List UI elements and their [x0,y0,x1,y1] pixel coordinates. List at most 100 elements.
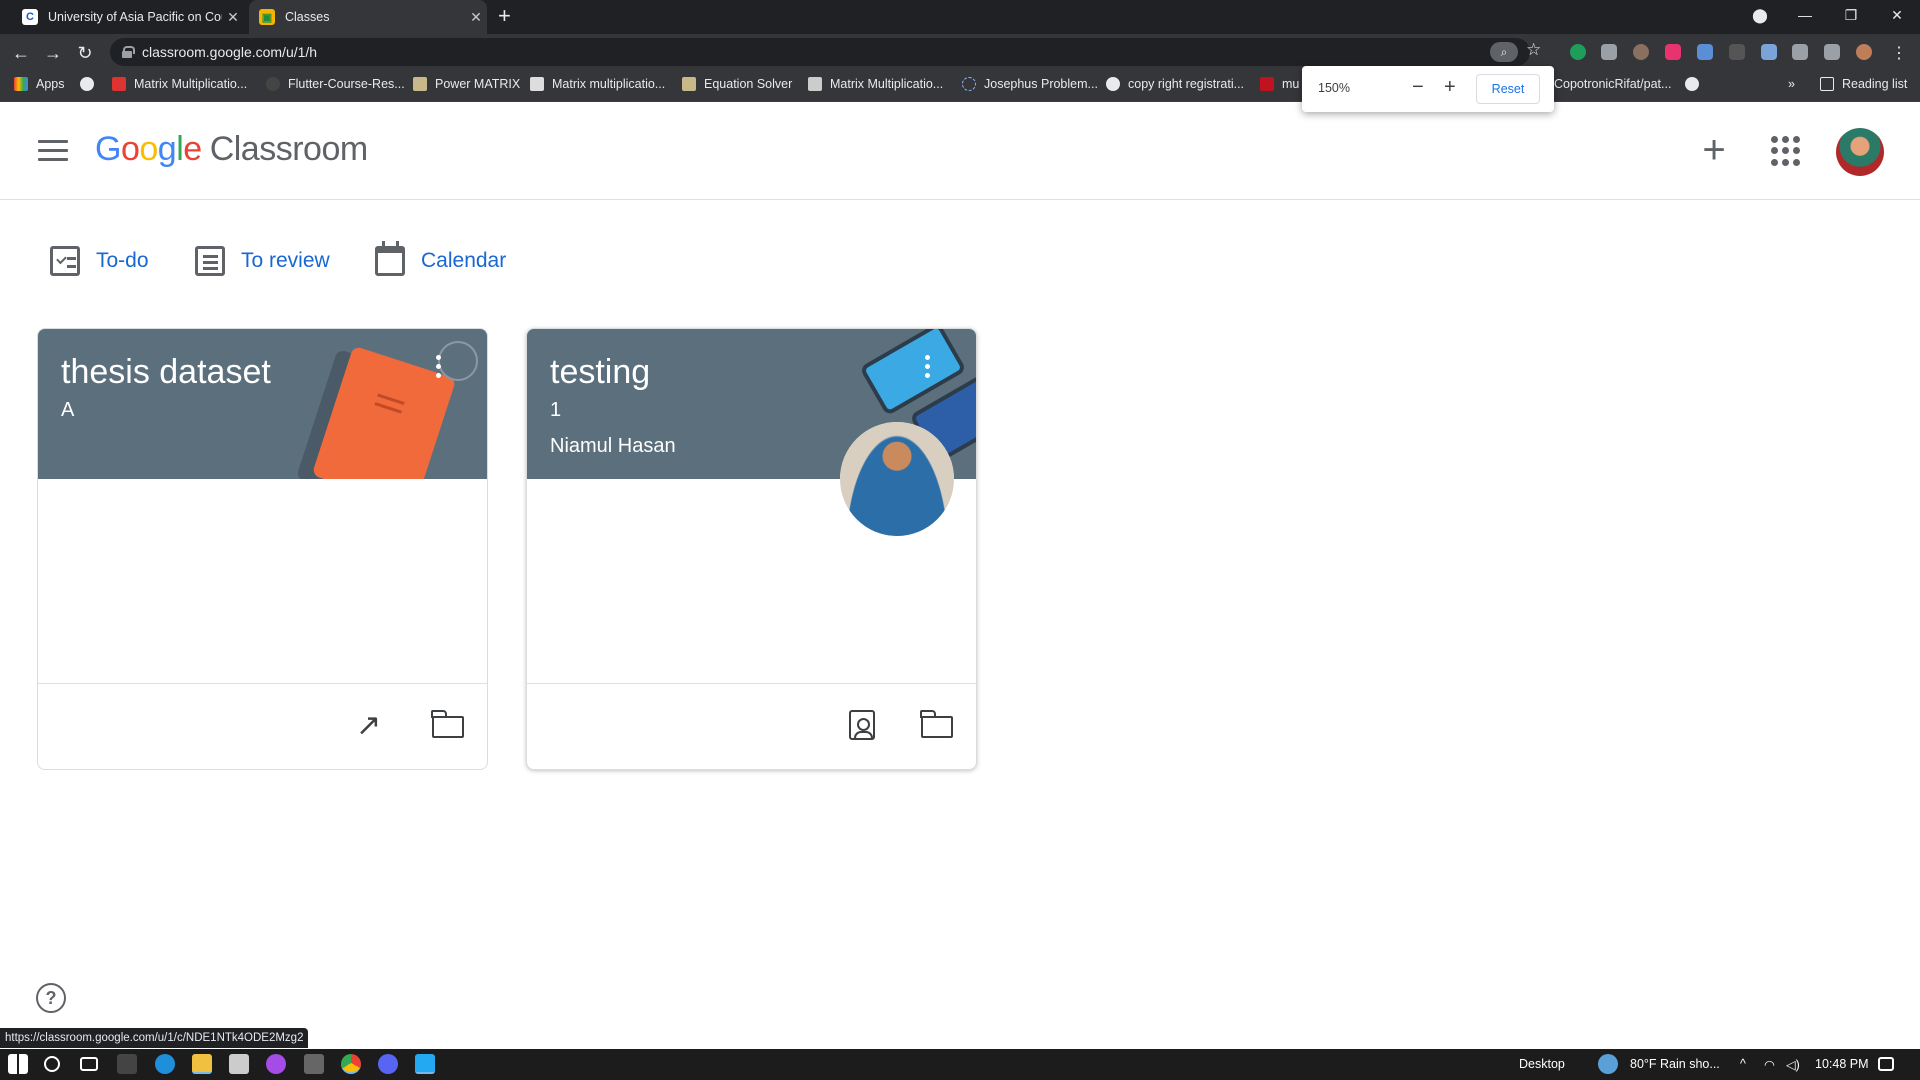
google-classroom-logo[interactable]: Google Classroom [95,130,368,169]
close-tab-icon[interactable]: ✕ [465,9,487,26]
extension-icon[interactable] [1729,44,1745,60]
zoom-icon[interactable]: ⌕ [1490,42,1518,62]
book-illustration [311,345,457,479]
volume-icon[interactable]: ◁) [1786,1057,1800,1072]
minimize-button[interactable]: — [1782,0,1828,30]
restore-button[interactable]: ❐ [1828,0,1874,30]
extension-icon[interactable] [1633,44,1649,60]
lock-icon[interactable] [122,46,135,58]
tab-coursera[interactable]: C University of Asia Pacific on Cour ✕ [8,0,244,34]
terminal-icon[interactable] [117,1054,137,1074]
clock[interactable]: 10:48 PM [1815,1057,1869,1071]
bookmark-label: Equation Solver [704,77,793,91]
bookmark-item[interactable]: Matrix Multiplicatio... [112,77,247,91]
google-apps-icon[interactable] [1771,136,1801,166]
bookmark-item[interactable]: Power MATRIX [413,77,520,91]
vscode-icon[interactable] [415,1054,435,1074]
download-extension-icon[interactable] [1697,44,1713,60]
class-card-banner[interactable]: thesis dataset A [38,329,487,479]
class-name[interactable]: thesis dataset [61,353,271,392]
bookmark-item[interactable]: Josephus Problem... [962,77,1098,91]
trending-up-icon[interactable]: ↗ [356,711,388,741]
address-bar[interactable]: classroom.google.com/u/1/h [110,38,1530,66]
globe-icon [80,77,94,91]
glasses-illustration [438,341,478,381]
logo-letter: e [183,130,202,168]
media-controls-icon[interactable] [1824,44,1840,60]
zoom-out-button[interactable]: − [1412,76,1424,98]
back-button[interactable]: ← [8,40,34,66]
your-work-icon[interactable] [849,710,875,740]
grammarly-extension-icon[interactable] [1570,44,1586,60]
camera-extension-icon[interactable] [1601,44,1617,60]
windows-start-icon[interactable] [8,1054,28,1074]
profile-avatar-icon[interactable] [1856,44,1872,60]
bookmark-label: Flutter-Course-Res... [288,77,405,91]
mail-icon[interactable] [229,1054,249,1074]
more-options-icon[interactable] [436,355,444,385]
weather-text[interactable]: 80°F Rain sho... [1630,1057,1720,1071]
new-tab-button[interactable]: + [498,4,511,28]
more-options-icon[interactable] [925,355,933,385]
account-avatar[interactable] [1836,128,1884,176]
todo-link[interactable]: To-do [50,246,149,276]
notifications-icon[interactable] [1878,1057,1894,1071]
file-explorer-icon[interactable] [192,1054,212,1074]
chevron-up-icon[interactable]: ^ [1740,1057,1746,1071]
bookmark-label: Apps [36,77,65,91]
to-review-link[interactable]: To review [195,246,330,276]
tab-title: University of Asia Pacific on Cour [48,10,222,24]
profile-menu-icon[interactable]: ⬤ [1737,0,1783,30]
reload-button[interactable]: ↻ [72,40,98,66]
calendar-icon [375,241,405,276]
forward-button[interactable]: → [40,40,66,66]
discord-icon[interactable] [378,1054,398,1074]
class-card-footer [527,683,976,769]
globe-icon [1106,77,1120,91]
create-or-join-class-button[interactable]: + [1692,128,1736,172]
url-text: classroom.google.com/u/1/h [142,44,318,60]
close-window-button[interactable]: ✕ [1874,0,1920,30]
folder-icon[interactable] [431,710,464,738]
puzzle-extensions-icon[interactable] [1792,44,1808,60]
browser-menu-icon[interactable]: ⋮ [1886,40,1912,66]
edge-icon[interactable] [155,1054,175,1074]
bookmark-star-icon[interactable]: ☆ [1526,40,1541,60]
search-icon[interactable] [44,1056,60,1072]
to-review-label: To review [241,249,330,272]
network-icon[interactable]: ◠ [1764,1057,1775,1072]
help-icon[interactable]: ? [36,983,66,1013]
bookmark-item[interactable] [1685,77,1707,91]
weather-icon[interactable] [1598,1054,1618,1074]
bookmark-item[interactable]: CopotronicRifat/pat... [1554,77,1671,91]
zoom-popup: 150% − + Reset [1302,66,1554,112]
more-bookmarks-icon[interactable]: » [1788,77,1795,91]
task-view-icon[interactable] [80,1057,98,1071]
bookmark-favicon [808,77,822,91]
desktop-toolbar-label[interactable]: Desktop [1519,1057,1565,1071]
bookmark-item[interactable] [80,77,102,91]
messenger-icon[interactable] [266,1054,286,1074]
zoom-reset-button[interactable]: Reset [1476,74,1540,104]
bookmark-item[interactable]: Matrix Multiplicatio... [808,77,943,91]
teacher-name[interactable]: Niamul Hasan [550,435,676,458]
folder-icon[interactable] [920,710,953,738]
zoom-in-button[interactable]: + [1444,76,1456,98]
app-icon[interactable] [304,1054,324,1074]
bookmark-apps[interactable]: Apps [14,77,65,91]
coursera-icon: C [22,9,38,25]
class-name[interactable]: testing [550,353,650,392]
reading-list-button[interactable]: Reading list [1820,77,1907,91]
close-tab-icon[interactable]: ✕ [222,9,244,26]
bookmark-item[interactable]: copy right registrati... [1106,77,1244,91]
tab-classes[interactable]: ▣ Classes ✕ [249,0,487,34]
flag-extension-icon[interactable] [1665,44,1681,60]
bookmark-item[interactable]: Equation Solver [682,77,792,91]
bookmark-item[interactable]: Matrix multiplicatio... [530,77,665,91]
main-menu-icon[interactable] [38,140,68,162]
bookmark-item[interactable]: mu [1260,77,1299,91]
chrome-icon[interactable] [341,1054,361,1074]
bookmark-item[interactable]: Flutter-Course-Res... [266,77,405,91]
calendar-link[interactable]: Calendar [375,241,506,276]
pen-extension-icon[interactable] [1761,44,1777,60]
